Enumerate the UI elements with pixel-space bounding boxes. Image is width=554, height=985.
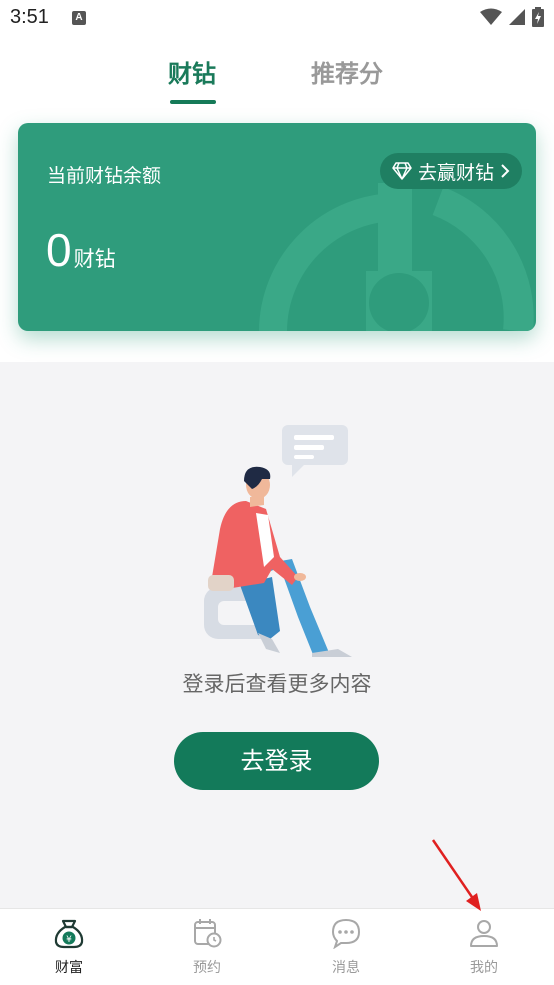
empty-state-message: 登录后查看更多内容	[182, 672, 372, 696]
nav-item-wealth[interactable]: ¥ 财富	[29, 917, 109, 977]
balance-label: 当前财钻余额	[47, 165, 162, 187]
tab-recommend-score[interactable]: 推荐分	[311, 54, 383, 89]
notification-icon: A	[72, 11, 86, 25]
chat-bubble-icon	[331, 918, 361, 950]
money-bag-icon: ¥	[54, 919, 84, 949]
empty-state-illustration	[204, 425, 352, 657]
status-time: 3:51	[10, 6, 49, 28]
wifi-icon	[480, 8, 502, 25]
nav-item-appointment[interactable]: 预约	[167, 917, 247, 977]
user-icon	[470, 920, 498, 947]
content-area: 登录后查看更多内容 去登录	[0, 362, 554, 908]
earn-button-label: 去赢财钻	[417, 161, 494, 184]
tab-active-indicator	[170, 100, 216, 104]
signal-icon	[509, 9, 525, 25]
tab-caizuan[interactable]: 财钻	[168, 54, 216, 89]
svg-text:¥: ¥	[66, 935, 72, 945]
nav-item-mine[interactable]: 我的	[444, 917, 524, 977]
status-bar: 3:51 A	[0, 0, 554, 38]
status-icons	[480, 7, 544, 27]
nav-label-mine: 我的	[470, 960, 498, 976]
login-button[interactable]: 去登录	[174, 732, 379, 790]
nav-label-messages: 消息	[332, 960, 360, 976]
earn-caizuan-button[interactable]: 去赢财钻	[379, 153, 522, 189]
balance-card: 当前财钻余额 0财钻 去赢财钻	[18, 123, 536, 331]
chevron-right-icon	[501, 164, 510, 178]
nav-label-appointment: 预约	[193, 960, 221, 976]
nav-item-messages[interactable]: 消息	[306, 917, 386, 977]
bottom-nav: ¥ 财富 预约 消息 我的	[0, 908, 554, 985]
balance-amount: 0财钻	[46, 223, 116, 277]
nav-label-wealth: 财富	[55, 960, 83, 976]
balance-value: 0	[46, 224, 72, 276]
calendar-clock-icon	[194, 919, 222, 948]
balance-unit: 财钻	[73, 247, 116, 271]
top-tabs: 财钻 推荐分	[0, 38, 554, 110]
diamond-icon	[392, 162, 412, 180]
battery-icon	[532, 7, 544, 27]
